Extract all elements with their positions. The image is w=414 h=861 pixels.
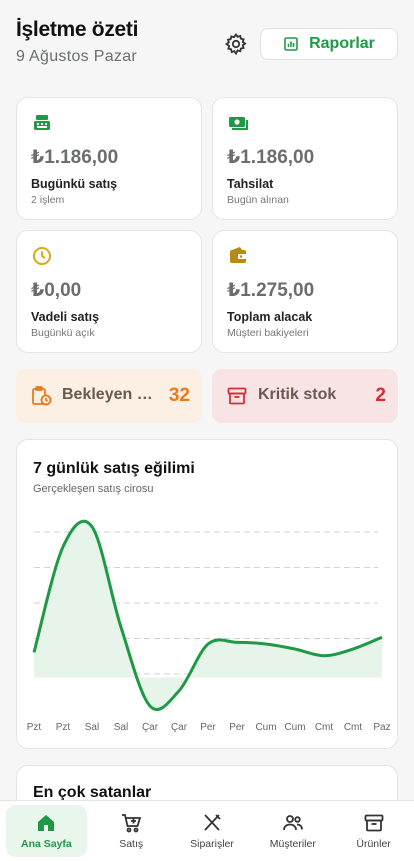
sales-trend-chart: Pzt Pzt Sal Sal Çar Çar Per Per Cum Cum Cmt Cmt Paz [27, 519, 391, 733]
chart-icon [284, 37, 298, 51]
x-tick-label: Çar [171, 722, 188, 733]
cart-icon [122, 814, 142, 833]
stat-value: ₺1.186,00 [31, 147, 119, 168]
x-tick-label: Pzt [56, 722, 71, 733]
nav-label: Siparişler [190, 838, 234, 850]
nav-item-sales[interactable]: Satış [91, 801, 172, 861]
stat-label: Tahsilat [227, 177, 274, 191]
nav-item-products[interactable]: Ürünler [333, 801, 414, 861]
nav-label: Satış [119, 838, 144, 850]
clipboard-clock-icon [32, 386, 52, 406]
x-tick-label: Per [200, 722, 216, 733]
stat-value: ₺0,00 [31, 280, 82, 301]
stat-sub: Bugün alınan [227, 194, 289, 206]
money-icon [229, 117, 248, 130]
stat-card-collection[interactable]: ₺1.186,00 Tahsilat Bugün alınan [212, 97, 398, 220]
critical-stock-count: 2 [375, 385, 386, 406]
cash-register-icon [34, 115, 50, 130]
page-header: İşletme özeti 9 Ağustos Pazar Raporlar [16, 18, 398, 74]
wallet-icon [230, 247, 246, 263]
archive-icon [364, 814, 383, 832]
stat-sub: Bugünkü açık [31, 327, 95, 339]
pending-orders-label: Bekleyen siparişler [62, 386, 160, 403]
x-tick-label: Cum [284, 722, 305, 733]
stat-label: Vadeli satış [31, 310, 100, 324]
archive-icon [227, 387, 247, 405]
stat-card-today-sales[interactable]: ₺1.186,00 Bugünkü satış 2 işlem [16, 97, 202, 220]
nav-item-customers[interactable]: Müşteriler [252, 801, 333, 861]
sales-trend-card: 7 günlük satış eğilimi Gerçekleşen satış… [16, 439, 398, 749]
x-tick-label: Per [229, 722, 245, 733]
nav-label: Ana Sayfa [21, 838, 72, 850]
users-icon [282, 815, 303, 831]
stat-value: ₺1.186,00 [227, 147, 315, 168]
stat-card-credit-sales[interactable]: ₺0,00 Vadeli satış Bugünkü açık [16, 230, 202, 353]
critical-stock-alert[interactable]: Kritik stok 2 [212, 369, 398, 423]
utensils-icon [204, 814, 221, 831]
x-tick-label: Sal [114, 722, 128, 733]
stat-sub: Müşteri bakiyeleri [227, 327, 309, 339]
x-tick-label: Pzt [27, 722, 42, 733]
home-icon [38, 815, 55, 831]
gear-icon[interactable] [224, 32, 248, 56]
x-tick-label: Çar [142, 722, 159, 733]
stat-sub: 2 işlem [31, 194, 65, 206]
x-tick-label: Cmt [344, 722, 363, 733]
reports-button[interactable]: Raporlar [260, 28, 398, 60]
x-tick-label: Sal [85, 722, 99, 733]
clock-icon [33, 247, 51, 265]
nav-label: Müşteriler [269, 838, 316, 850]
x-tick-label: Paz [373, 722, 390, 733]
stat-value: ₺1.275,00 [227, 280, 315, 301]
nav-item-orders[interactable]: Siparişler [172, 801, 253, 861]
x-tick-label: Cum [255, 722, 276, 733]
series-area [34, 521, 382, 710]
bottom-nav: Ana Sayfa Satış Siparişler Müşteriler Ür… [0, 800, 414, 861]
nav-item-home[interactable]: Ana Sayfa [6, 805, 87, 857]
critical-stock-label: Kritik stok [258, 386, 337, 403]
x-tick-label: Cmt [315, 722, 334, 733]
pending-orders-alert[interactable]: Bekleyen siparişler 32 [16, 369, 202, 423]
stat-label: Toplam alacak [227, 310, 313, 324]
stat-card-receivables[interactable]: ₺1.275,00 Toplam alacak Müşteri bakiyele… [212, 230, 398, 353]
nav-label: Ürünler [356, 838, 391, 850]
stat-label: Bugünkü satış [31, 177, 118, 191]
reports-button-label: Raporlar [309, 35, 375, 52]
pending-orders-count: 32 [168, 385, 190, 406]
